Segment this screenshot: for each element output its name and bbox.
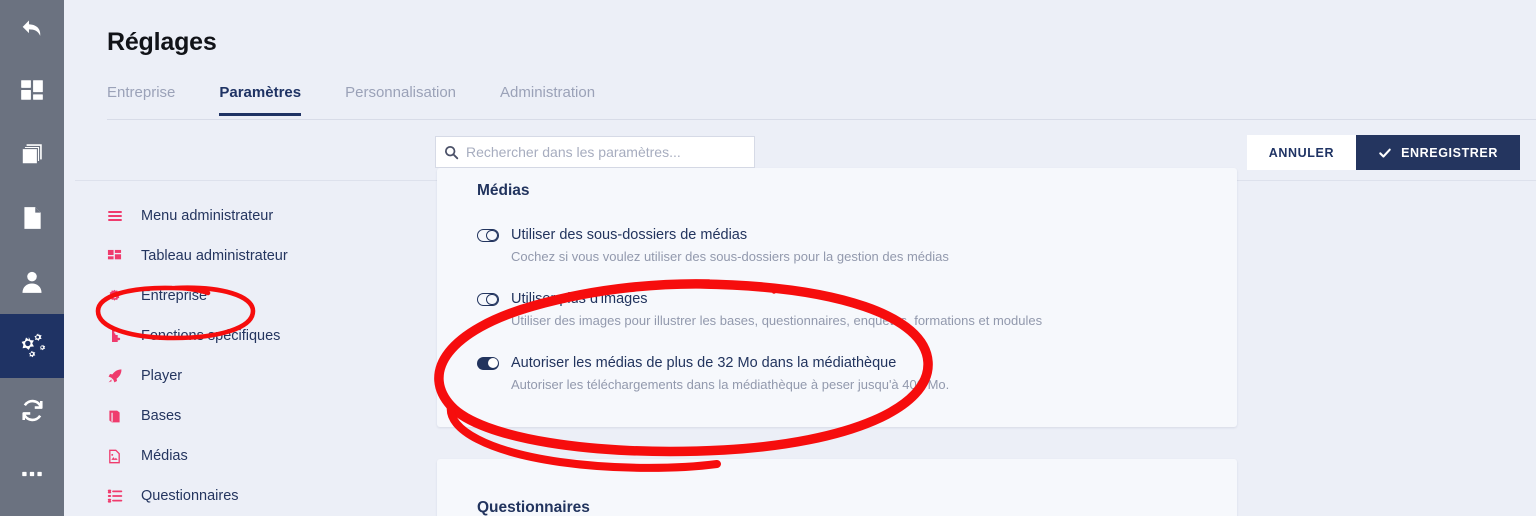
search-input[interactable]	[466, 137, 754, 167]
setting-option-description: Utiliser des images pour illustrer les b…	[511, 313, 1043, 328]
save-button[interactable]: ENREGISTRER	[1356, 135, 1520, 170]
save-button-label: ENREGISTRER	[1401, 145, 1498, 160]
rail-item-more[interactable]	[0, 442, 64, 506]
tab-entreprise[interactable]: Entreprise	[107, 84, 175, 116]
rail-item-sync[interactable]	[0, 378, 64, 442]
ellipsis-more-icon	[19, 461, 45, 487]
puzzle-piece-icon	[107, 328, 141, 344]
rail-item-users[interactable]	[0, 250, 64, 314]
search-box[interactable]	[435, 136, 755, 168]
page-title: Réglages	[107, 28, 217, 56]
toggle-medias-32mo[interactable]	[477, 356, 499, 370]
setting-option-description: Cochez si vous voulez utiliser des sous-…	[511, 249, 949, 264]
book-icon	[107, 409, 141, 424]
sidebar-item-label: Player	[141, 368, 183, 384]
rocket-icon	[107, 368, 141, 384]
sidebar-item-bases[interactable]: Bases	[107, 396, 447, 436]
tab-bar-divider	[107, 119, 1536, 120]
sidebar-item-fonctions-specifiques[interactable]: Fonctions spécifiques	[107, 316, 447, 356]
refresh-sync-icon	[19, 397, 46, 424]
sidebar-item-label: Bases	[141, 408, 182, 424]
rail-item-dashboard[interactable]	[0, 58, 64, 122]
grid-dashboard-icon	[107, 249, 141, 264]
tab-personnalisation[interactable]: Personnalisation	[345, 84, 456, 116]
check-icon	[1378, 146, 1392, 160]
setting-option-sous-dossiers: Utiliser des sous-dossiers de médias Coc…	[477, 227, 1197, 264]
setting-option-label: Autoriser les médias de plus de 32 Mo da…	[511, 355, 897, 371]
sidebar-item-label: Tableau administrateur	[141, 248, 288, 264]
back-arrow-icon	[19, 16, 45, 42]
list-checklist-icon	[107, 488, 141, 504]
image-file-icon	[107, 449, 141, 464]
document-page-icon	[19, 205, 45, 231]
search-icon	[436, 145, 466, 160]
dashboard-grid-icon	[19, 77, 45, 103]
gears-settings-icon	[17, 331, 47, 361]
sidebar-item-label: Menu administrateur	[141, 208, 274, 224]
sidebar-item-label: Fonctions spécifiques	[141, 328, 281, 344]
rail-item-documents[interactable]	[0, 186, 64, 250]
rail-item-library[interactable]	[0, 122, 64, 186]
sidebar-item-label: Questionnaires	[141, 488, 239, 504]
tab-parametres[interactable]: Paramètres	[219, 84, 302, 116]
sidebar-item-menu-administrateur[interactable]: Menu administrateur	[107, 196, 447, 236]
toggle-sous-dossiers[interactable]	[477, 228, 499, 242]
action-buttons: ANNULER ENREGISTRER	[1246, 135, 1520, 170]
tab-bar: Entreprise Paramètres Personnalisation A…	[107, 84, 1536, 120]
setting-option-plus-images: Utiliser plus d'images Utiliser des imag…	[477, 291, 1197, 328]
card-title-medias: Médias	[477, 182, 530, 199]
sidebar-item-label: Entreprise	[141, 288, 208, 304]
rail-item-settings[interactable]	[0, 314, 64, 378]
main-area: Réglages Entreprise Paramètres Personnal…	[64, 0, 1536, 516]
toggle-plus-images[interactable]	[477, 292, 499, 306]
user-person-icon	[19, 269, 45, 295]
sidebar-item-questionnaires[interactable]: Questionnaires	[107, 476, 447, 516]
sidebar-item-entreprise[interactable]: Entreprise	[107, 276, 447, 316]
card-spacer	[437, 427, 1237, 459]
setting-option-label: Utiliser plus d'images	[511, 291, 648, 307]
sidebar-item-tableau-administrateur[interactable]: Tableau administrateur	[107, 236, 447, 276]
setting-option-description: Autoriser les téléchargements dans la mé…	[511, 377, 950, 392]
medias-settings-card: Médias Utiliser des sous-dossiers de méd…	[437, 168, 1237, 427]
sidebar-item-label: Médias	[141, 448, 188, 464]
sidebar-item-player[interactable]: Player	[107, 356, 447, 396]
left-icon-rail	[0, 0, 64, 516]
gear-icon	[107, 289, 141, 304]
setting-option-label: Utiliser des sous-dossiers de médias	[511, 227, 748, 243]
books-stack-icon	[19, 141, 45, 167]
rail-item-back[interactable]	[0, 0, 64, 58]
sidebar-item-medias[interactable]: Médias	[107, 436, 447, 476]
questionnaires-settings-card: Questionnaires	[437, 459, 1237, 516]
settings-cards: Médias Utiliser des sous-dossiers de méd…	[437, 168, 1237, 516]
card-title-questionnaires: Questionnaires	[477, 499, 590, 516]
cancel-button[interactable]: ANNULER	[1246, 135, 1357, 170]
setting-option-medias-32mo: Autoriser les médias de plus de 32 Mo da…	[477, 355, 1197, 392]
hamburger-menu-icon	[107, 208, 141, 224]
tab-administration[interactable]: Administration	[500, 84, 595, 116]
settings-nav-list: Menu administrateur Tableau administrate…	[107, 196, 447, 516]
app-root: Réglages Entreprise Paramètres Personnal…	[0, 0, 1536, 516]
